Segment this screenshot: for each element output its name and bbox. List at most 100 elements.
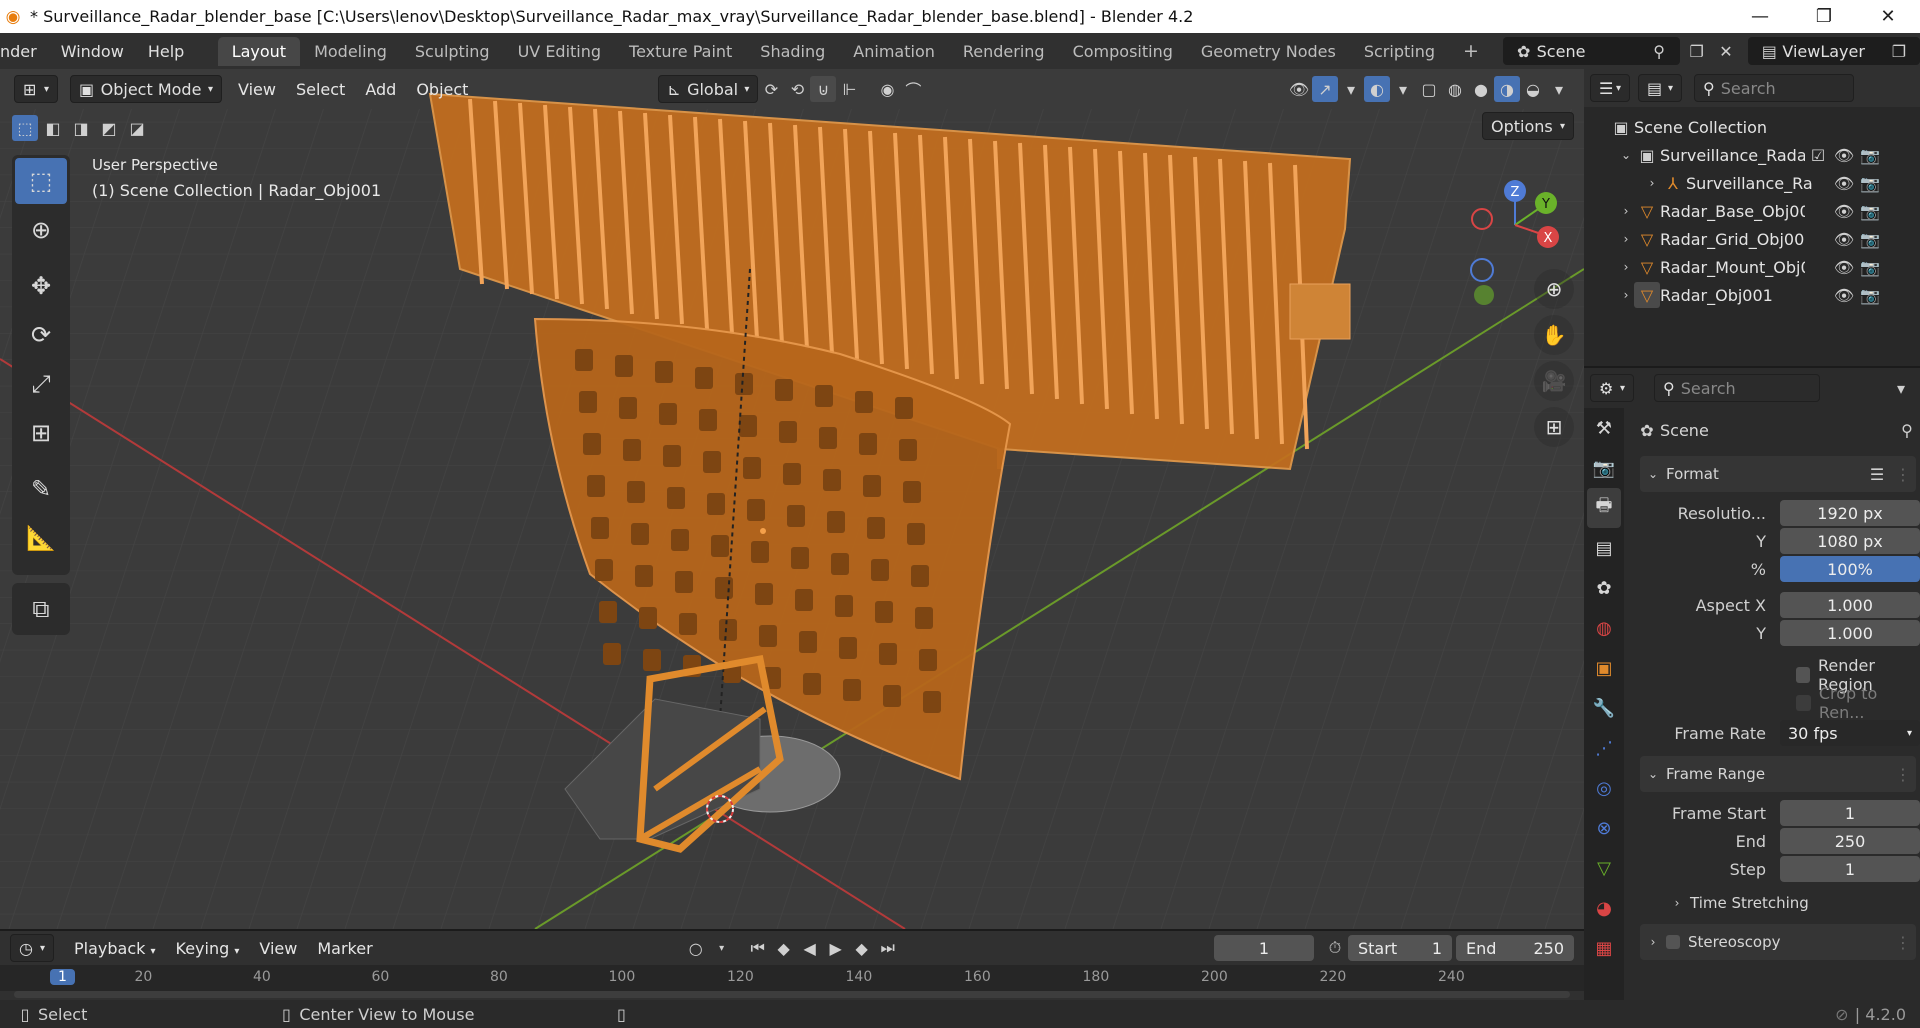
outliner-item[interactable]: ⌄ ▣ Surveillance_Radar_ ☑ 👁 📷 <box>1608 141 1920 169</box>
timeline-ruler[interactable]: 1 20 40 60 80 100 120 140 160 180 200 220 240 <box>0 965 1584 991</box>
rendered-shading-icon[interactable]: ◒ <box>1520 76 1546 102</box>
tab-compositing[interactable]: Compositing <box>1059 37 1187 66</box>
checkbox-checked-icon[interactable]: ☑ <box>1805 142 1831 168</box>
rotate-tool[interactable]: ⟳ <box>15 312 67 358</box>
camera-icon[interactable]: 📷 <box>1857 254 1883 280</box>
tab-texture-paint[interactable]: Texture Paint <box>615 37 746 66</box>
camera-icon[interactable]: 📷 <box>1857 170 1883 196</box>
camera-icon[interactable]: 📷 <box>1857 226 1883 252</box>
menu-playback[interactable]: Playback ▾ <box>64 939 166 958</box>
select-new-icon[interactable]: ⬚ <box>12 115 38 141</box>
tool-tab-icon[interactable]: ⚒ <box>1587 408 1621 448</box>
falloff-icon[interactable]: ⌒ <box>900 76 926 102</box>
keying-dropdown-icon[interactable]: ▾ <box>709 935 735 961</box>
gizmo-toggle-icon[interactable]: ↗ <box>1312 76 1338 102</box>
mode-selector[interactable]: ▣ Object Mode ▾ <box>70 75 222 103</box>
camera-icon[interactable]: 📷 <box>1857 282 1883 308</box>
shading-dropdown-icon[interactable]: ▾ <box>1546 76 1572 102</box>
material-tab-icon[interactable]: ◕ <box>1587 888 1621 928</box>
world-tab-icon[interactable]: ◍ <box>1587 608 1621 648</box>
menu-add[interactable]: Add <box>355 80 406 99</box>
eye-icon[interactable]: 👁 <box>1831 226 1857 252</box>
timeline-editor-type[interactable]: ◷ ▾ <box>10 934 54 962</box>
menu-marker[interactable]: Marker <box>307 939 382 958</box>
menu-select[interactable]: Select <box>286 80 355 99</box>
add-cube-tool[interactable]: ⧉ <box>15 586 67 632</box>
editor-type-button[interactable]: ⊞ ▾ <box>14 75 58 103</box>
render-tab-icon[interactable]: 📷 <box>1587 448 1621 488</box>
new-scene-icon[interactable]: ❐ <box>1684 38 1709 64</box>
constraints-tab-icon[interactable]: ⊗ <box>1587 808 1621 848</box>
aspect-x-field[interactable]: 1.000 <box>1780 592 1920 618</box>
gizmo-dropdown-icon[interactable]: ▾ <box>1338 76 1364 102</box>
select-subtract-icon[interactable]: ◨ <box>68 115 94 141</box>
frame-rate-select[interactable]: 30 fps ▾ <box>1780 720 1920 746</box>
proportional-edit-icon[interactable]: ◉ <box>874 76 900 102</box>
tab-modeling[interactable]: Modeling <box>300 37 401 66</box>
object-tab-icon[interactable]: ▣ <box>1587 648 1621 688</box>
particles-tab-icon[interactable]: ⋰ <box>1587 728 1621 768</box>
tab-uv-editing[interactable]: UV Editing <box>504 37 615 66</box>
outliner-item[interactable]: › ⅄ Surveillance_Ra 👁 📷 <box>1608 169 1920 197</box>
eye-icon[interactable]: 👁 <box>1831 198 1857 224</box>
properties-dropdown-icon[interactable]: ▾ <box>1888 375 1914 401</box>
jump-end-icon[interactable]: ⏭ <box>875 935 901 961</box>
frame-range-panel-header[interactable]: ⌄ Frame Range ⋮ <box>1640 756 1916 792</box>
eye-icon[interactable]: 👁 <box>1831 170 1857 196</box>
scene-tab-icon[interactable]: ✿ <box>1587 568 1621 608</box>
add-workspace-button[interactable]: + <box>1449 35 1493 67</box>
minimize-button[interactable]: — <box>1728 0 1792 33</box>
close-button[interactable]: ✕ <box>1856 0 1920 33</box>
frame-end-field[interactable]: 250 <box>1780 828 1920 854</box>
play-icon[interactable]: ▶ <box>823 935 849 961</box>
wireframe-shading-icon[interactable]: ◍ <box>1442 76 1468 102</box>
expand-right-icon[interactable]: › <box>1618 198 1634 224</box>
remove-scene-icon[interactable]: ✕ <box>1713 38 1738 64</box>
resolution-y-field[interactable]: 1080 px <box>1780 528 1920 554</box>
outliner-item[interactable]: › ▽ Radar_Base_Obj001 👁 📷 <box>1608 197 1920 225</box>
drag-handle-icon[interactable]: ⋮ <box>1890 461 1916 487</box>
camera-view-icon[interactable]: 🎥 <box>1534 361 1574 401</box>
menu-render[interactable]: nder <box>0 42 49 61</box>
menu-timeline-view[interactable]: View <box>249 939 307 958</box>
expand-right-icon[interactable]: › <box>1618 282 1634 308</box>
play-reverse-icon[interactable]: ◀ <box>797 935 823 961</box>
overlays-dropdown-icon[interactable]: ▾ <box>1390 76 1416 102</box>
annotate-tool[interactable]: ✎ <box>15 466 67 512</box>
move-tool[interactable]: ✥ <box>15 263 67 309</box>
solid-shading-icon[interactable]: ● <box>1468 76 1494 102</box>
outliner-item[interactable]: › ▽ Radar_Grid_Obj001 👁 📷 <box>1608 225 1920 253</box>
resolution-x-field[interactable]: 1920 px <box>1780 500 1920 526</box>
select-intersect-icon[interactable]: ◪ <box>124 115 150 141</box>
outliner-item[interactable]: › ▽ Radar_Mount_Obj0 👁 📷 <box>1608 253 1920 281</box>
snap-icon[interactable]: ⟲ <box>784 76 810 102</box>
timeline-scrollbar[interactable] <box>14 991 1570 998</box>
expand-right-icon[interactable]: › <box>1644 170 1660 196</box>
magnet-icon[interactable]: ⊍ <box>810 76 837 102</box>
tab-shading[interactable]: Shading <box>746 37 839 66</box>
pivot-point-icon[interactable]: ⟳ <box>758 76 784 102</box>
drag-handle-icon[interactable]: ⋮ <box>1890 929 1916 955</box>
auto-keying-icon[interactable]: ○ <box>683 935 709 961</box>
transform-tool[interactable]: ⊞ <box>15 410 67 456</box>
tab-layout[interactable]: Layout <box>217 36 301 66</box>
prev-keyframe-icon[interactable]: ◆ <box>771 935 797 961</box>
aspect-y-field[interactable]: 1.000 <box>1780 620 1920 646</box>
physics-tab-icon[interactable]: ◎ <box>1587 768 1621 808</box>
display-mode-button[interactable]: ▤ ▾ <box>1638 74 1682 102</box>
frame-step-field[interactable]: 1 <box>1780 856 1920 882</box>
data-tab-icon[interactable]: ▽ <box>1587 848 1621 888</box>
zoom-icon[interactable]: ⊕ <box>1534 269 1574 309</box>
material-shading-icon[interactable]: ◑ <box>1494 76 1520 102</box>
menu-help[interactable]: Help <box>136 42 196 61</box>
measure-tool[interactable]: 📐 <box>15 515 67 561</box>
eye-icon[interactable]: 👁 <box>1831 282 1857 308</box>
3d-viewport[interactable]: ⊞ ▾ ▣ Object Mode ▾ View Select Add Objec… <box>0 69 1584 929</box>
pin-icon[interactable]: ⚲ <box>1894 417 1920 443</box>
select-extend-icon[interactable]: ◧ <box>40 115 66 141</box>
frame-start-field[interactable]: 1 <box>1780 800 1920 826</box>
scale-tool[interactable]: ⤢ <box>15 361 67 407</box>
render-region-checkbox[interactable] <box>1796 667 1810 683</box>
jump-start-icon[interactable]: ⏮ <box>745 935 771 961</box>
tab-sculpting[interactable]: Sculpting <box>401 37 504 66</box>
